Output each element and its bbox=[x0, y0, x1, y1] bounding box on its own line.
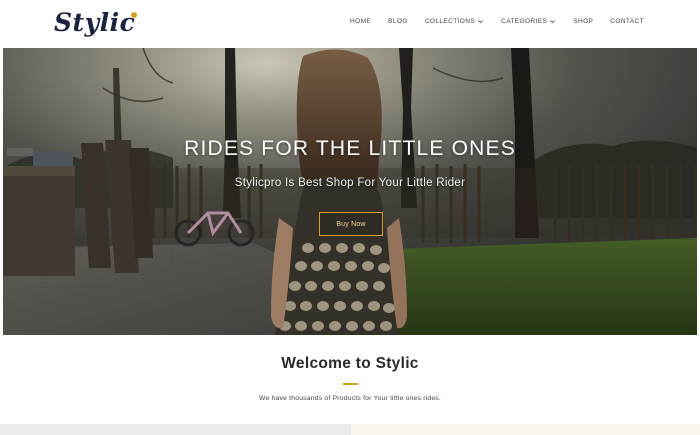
logo-text: Stylic bbox=[54, 8, 136, 37]
hero-overlay bbox=[3, 48, 697, 335]
buy-now-button[interactable]: Buy Now bbox=[319, 212, 383, 236]
welcome-text: We have thousands of Products for Your l… bbox=[258, 395, 442, 402]
nav-blog-label: BLOG bbox=[388, 18, 408, 25]
nav-blog[interactable]: BLOG bbox=[388, 18, 408, 25]
hero-subtitle: Stylicpro Is Best Shop For Your Little R… bbox=[234, 177, 466, 189]
nav-home[interactable]: HOME bbox=[350, 18, 371, 25]
welcome-title: Welcome to Stylic bbox=[281, 355, 419, 372]
nav-categories-label: CATEGORIES bbox=[501, 18, 548, 25]
welcome-section: Welcome to Stylic We have thousands of P… bbox=[0, 335, 700, 435]
nav-shop[interactable]: SHOP bbox=[573, 18, 593, 25]
hero-title: RIDES FOR THE LITTLE ONES bbox=[184, 137, 516, 160]
nav-categories[interactable]: CATEGORIES bbox=[501, 18, 556, 25]
main-nav: HOME BLOG COLLECTIONS CATEGORIES SHOP CO… bbox=[350, 18, 644, 25]
nav-contact-label: CONTACT bbox=[610, 18, 644, 25]
title-divider bbox=[343, 383, 358, 385]
nav-contact[interactable]: CONTACT bbox=[610, 18, 644, 25]
site-logo[interactable]: Stylic bbox=[54, 6, 138, 40]
nav-collections-label: COLLECTIONS bbox=[424, 18, 476, 25]
nav-shop-label: SHOP bbox=[573, 18, 594, 25]
category-panel-left bbox=[0, 424, 351, 435]
nav-collections[interactable]: COLLECTIONS bbox=[425, 18, 484, 25]
chevron-down-icon bbox=[478, 20, 484, 24]
logo-dot bbox=[131, 12, 138, 18]
site-header: Stylic HOME BLOG COLLECTIONS CATEGORIES … bbox=[0, 0, 700, 48]
hero-banner: RIDES FOR THE LITTLE ONES Stylicpro Is B… bbox=[3, 48, 697, 335]
category-panel-right bbox=[351, 424, 700, 435]
nav-home-label: HOME bbox=[350, 18, 372, 25]
chevron-down-icon bbox=[550, 20, 556, 24]
